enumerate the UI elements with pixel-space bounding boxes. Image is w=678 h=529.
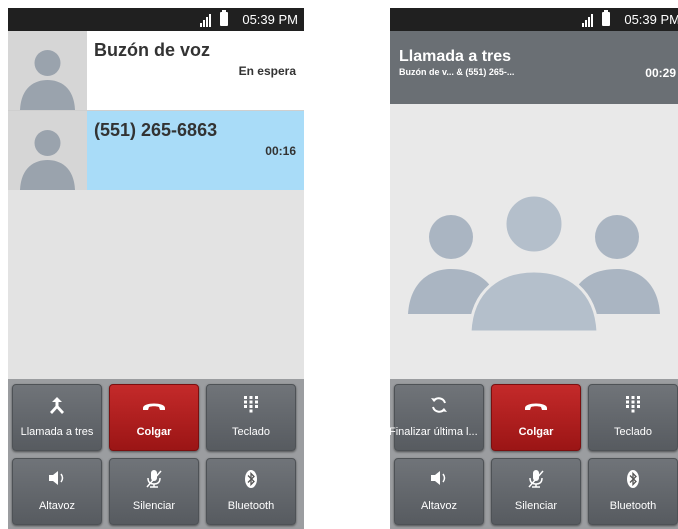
avatar (8, 111, 87, 190)
button-label: Bluetooth (227, 500, 275, 512)
button-label: Altavoz (38, 500, 76, 512)
button-label: Teclado (614, 426, 652, 438)
merge-arrow-icon (13, 395, 101, 415)
status-bar: 05:39 PM (390, 8, 678, 31)
speaker-icon (13, 469, 101, 489)
end-last-call-button[interactable]: Finalizar última l... (390, 384, 484, 451)
button-label: Llamada a tres (20, 426, 94, 438)
mute-mic-icon (492, 469, 580, 489)
button-label: Finalizar última l... (390, 426, 478, 438)
mute-button[interactable]: Silenciar (491, 458, 581, 525)
call-timer: 00:16 (265, 144, 296, 158)
conference-title: Llamada a tres (399, 48, 512, 65)
button-label: Silenciar (132, 500, 176, 512)
speaker-button[interactable]: Altavoz (394, 458, 484, 525)
bluetooth-button[interactable]: Bluetooth (588, 458, 678, 525)
speaker-icon (395, 469, 483, 489)
call-name: (551) 265-6863 (94, 120, 218, 140)
status-bar: 05:39 PM (8, 8, 304, 31)
right-screen: 05:39 PM Llamada a tres Buzón de v... & … (390, 8, 678, 529)
button-label: Colgar (518, 426, 554, 438)
call-row-active[interactable]: (551) 265-6863 00:16 (8, 111, 304, 190)
mute-button[interactable]: Silenciar (109, 458, 199, 525)
person-silhouette-icon (20, 130, 75, 190)
call-controls: Finalizar última l... Colgar Teclado Alt… (390, 379, 678, 529)
signal-icon (582, 12, 596, 27)
call-row-voicemail[interactable]: Buzón de voz En espera (8, 31, 304, 110)
hang-up-button[interactable]: Colgar (491, 384, 581, 451)
conference-area (390, 104, 678, 379)
button-label: Bluetooth (609, 500, 657, 512)
call-timer: 00:29 (645, 66, 676, 80)
button-label: Teclado (232, 426, 270, 438)
button-label: Silenciar (514, 500, 558, 512)
bluetooth-icon (589, 469, 677, 489)
button-label: Colgar (136, 426, 172, 438)
three-way-call-button[interactable]: Llamada a tres (12, 384, 102, 451)
signal-icon (200, 12, 214, 27)
bluetooth-button[interactable]: Bluetooth (206, 458, 296, 525)
mute-mic-icon (110, 469, 198, 489)
keypad-button[interactable]: Teclado (588, 384, 678, 451)
dialpad-icon (207, 395, 295, 415)
dialpad-icon (589, 395, 677, 415)
conference-header: Llamada a tres Buzón de v... & (551) 265… (390, 31, 678, 104)
hang-up-icon (110, 395, 198, 415)
swap-icon (395, 395, 483, 415)
hang-up-icon (492, 395, 580, 415)
battery-icon (602, 10, 610, 26)
bluetooth-icon (207, 469, 295, 489)
button-label: Altavoz (420, 500, 458, 512)
left-screen: 05:39 PM Buzón de voz En espera (551) 26… (8, 8, 304, 529)
call-status: En espera (238, 64, 296, 78)
person-silhouette-icon (20, 50, 75, 110)
keypad-button[interactable]: Teclado (206, 384, 296, 451)
status-time: 05:39 PM (624, 12, 678, 27)
conference-participants: Buzón de v... & (551) 265-... (399, 67, 515, 77)
avatar (8, 31, 87, 110)
battery-icon (220, 10, 228, 26)
call-name: Buzón de voz (94, 40, 210, 60)
group-silhouette-icon (408, 193, 660, 334)
speaker-button[interactable]: Altavoz (12, 458, 102, 525)
hang-up-button[interactable]: Colgar (109, 384, 199, 451)
status-time: 05:39 PM (242, 12, 298, 27)
call-controls: Llamada a tres Colgar Teclado Altavoz Si… (8, 379, 304, 529)
